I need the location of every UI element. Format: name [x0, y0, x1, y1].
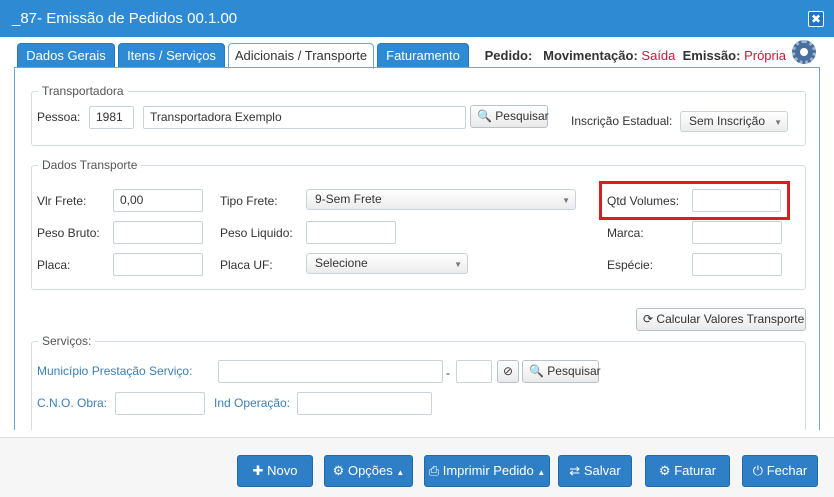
inscricao-estadual-value: Sem Inscrição [689, 114, 766, 128]
caret-down-icon: ▲ [396, 468, 405, 477]
transportadora-search-button[interactable]: 🔍 Pesquisar [470, 105, 549, 128]
chevron-down-icon: ▼ [774, 118, 782, 127]
marca-input[interactable] [692, 221, 782, 244]
tipo-frete-label: Tipo Frete: [220, 194, 278, 208]
refresh-icon: ⟳ [643, 312, 654, 326]
gear-icon: ⚙ [658, 463, 671, 478]
window-title: _87- Emissão de Pedidos 00.1.00 [12, 10, 238, 27]
pessoa-label: Pessoa: [37, 110, 81, 124]
chevron-down-icon: ▼ [562, 196, 570, 205]
chevron-down-icon: ▼ [454, 260, 462, 269]
clear-button[interactable]: ⊘ [497, 360, 519, 383]
imprimir-pedido-button[interactable]: ⎙ Imprimir Pedido ▲ [424, 455, 550, 487]
search-icon: 🔍 [529, 364, 544, 378]
municipio-input[interactable] [218, 360, 443, 383]
transportadora-legend: Transportadora [42, 84, 124, 98]
settings-gear-icon[interactable] [792, 40, 816, 64]
plus-icon: ✚ [252, 463, 264, 478]
pessoa-code-input[interactable]: 1981 [89, 106, 134, 129]
novo-label: Novo [267, 463, 298, 478]
tipo-frete-value: 9-Sem Frete [315, 192, 382, 206]
placa-input[interactable] [113, 253, 203, 276]
tipo-frete-select[interactable]: 9-Sem Frete ▼ [306, 189, 576, 210]
fechar-label: Fechar [766, 463, 808, 478]
marca-label: Marca: [607, 226, 644, 240]
pessoa-name-input[interactable]: Transportadora Exemplo [143, 106, 466, 129]
placa-uf-select[interactable]: Selecione ▼ [306, 253, 468, 274]
tab-content: Transportadora Pessoa: 1981 Transportado… [14, 68, 820, 430]
peso-liquido-input[interactable] [306, 221, 396, 244]
power-icon: ⏻ [752, 463, 764, 478]
footer-toolbar: ✚ Novo ⚙ Opções ▲ ⎙ Imprimir Pedido ▲ ⇄ … [0, 437, 834, 497]
pedido-label: Pedido: [484, 48, 533, 63]
imprimir-pedido-label: Imprimir Pedido [442, 463, 534, 478]
dados-transporte-legend: Dados Transporte [42, 158, 138, 172]
ban-icon: ⊘ [502, 364, 514, 378]
tab-dados-gerais[interactable]: Dados Gerais [17, 43, 115, 68]
fechar-button[interactable]: ⏻ Fechar [742, 455, 818, 487]
gear-icon: ⚙ [332, 463, 345, 478]
ind-operacao-input[interactable] [297, 392, 432, 415]
ind-operacao-label: Ind Operação: [214, 396, 291, 410]
save-icon: ⇄ [569, 463, 581, 478]
inscricao-estadual-label: Inscrição Estadual: [571, 114, 673, 128]
peso-bruto-input[interactable] [113, 221, 203, 244]
servicos-legend: Serviços: [42, 334, 92, 348]
cno-obra-label: C.N.O. Obra: [37, 396, 108, 410]
peso-liquido-label: Peso Liquido: [220, 226, 293, 240]
inscricao-estadual-select[interactable]: Sem Inscrição ▼ [680, 111, 788, 132]
opcoes-button[interactable]: ⚙ Opções ▲ [324, 455, 413, 487]
peso-bruto-label: Peso Bruto: [37, 226, 100, 240]
close-icon[interactable]: ✖ [808, 11, 824, 27]
placa-uf-label: Placa UF: [220, 258, 273, 272]
print-icon: ⎙ [428, 463, 440, 478]
tab-adicionais-transporte[interactable]: Adicionais / Transporte [228, 43, 374, 69]
municipio-search-button[interactable]: 🔍 Pesquisar [522, 360, 601, 383]
calcular-transporte-label: Calcular Valores Transporte [656, 312, 805, 326]
cno-obra-input[interactable] [115, 392, 205, 415]
highlight-box [599, 181, 790, 220]
movimentacao-value: Saída [641, 48, 676, 63]
municipio-code-input[interactable] [456, 360, 492, 383]
movimentacao-label: Movimentação: [543, 48, 638, 63]
especie-input[interactable] [692, 253, 782, 276]
placa-label: Placa: [37, 258, 71, 272]
faturar-button[interactable]: ⚙ Faturar [645, 455, 730, 487]
municipio-search-label: Pesquisar [547, 364, 601, 378]
placa-uf-value: Selecione [315, 256, 368, 270]
order-info: Pedido: Movimentação: Saída Emissão: Pró… [485, 48, 786, 63]
municipio-label: Município Prestação Serviço: [37, 364, 193, 378]
window-titlebar: _87- Emissão de Pedidos 00.1.00 ✖ [0, 0, 834, 37]
transportadora-search-label: Pesquisar [495, 109, 549, 123]
tab-faturamento[interactable]: Faturamento [377, 43, 469, 68]
vlr-frete-label: Vlr Frete: [37, 194, 87, 208]
novo-button[interactable]: ✚ Novo [237, 455, 313, 487]
especie-label: Espécie: [607, 258, 654, 272]
search-icon: 🔍 [477, 109, 492, 123]
tab-itens-servicos[interactable]: Itens / Serviços [118, 43, 225, 68]
municipio-dash: - [446, 366, 450, 380]
vlr-frete-input[interactable]: 0,00 [113, 189, 203, 212]
caret-down-icon: ▲ [537, 468, 546, 477]
calcular-transporte-button[interactable]: ⟳ Calcular Valores Transporte [636, 308, 806, 331]
emissao-value: Própria [744, 48, 786, 63]
salvar-label: Salvar [583, 463, 621, 478]
faturar-label: Faturar [674, 463, 717, 478]
salvar-button[interactable]: ⇄ Salvar [558, 455, 632, 487]
opcoes-label: Opções [347, 463, 393, 478]
emissao-label: Emissão: [682, 48, 741, 63]
